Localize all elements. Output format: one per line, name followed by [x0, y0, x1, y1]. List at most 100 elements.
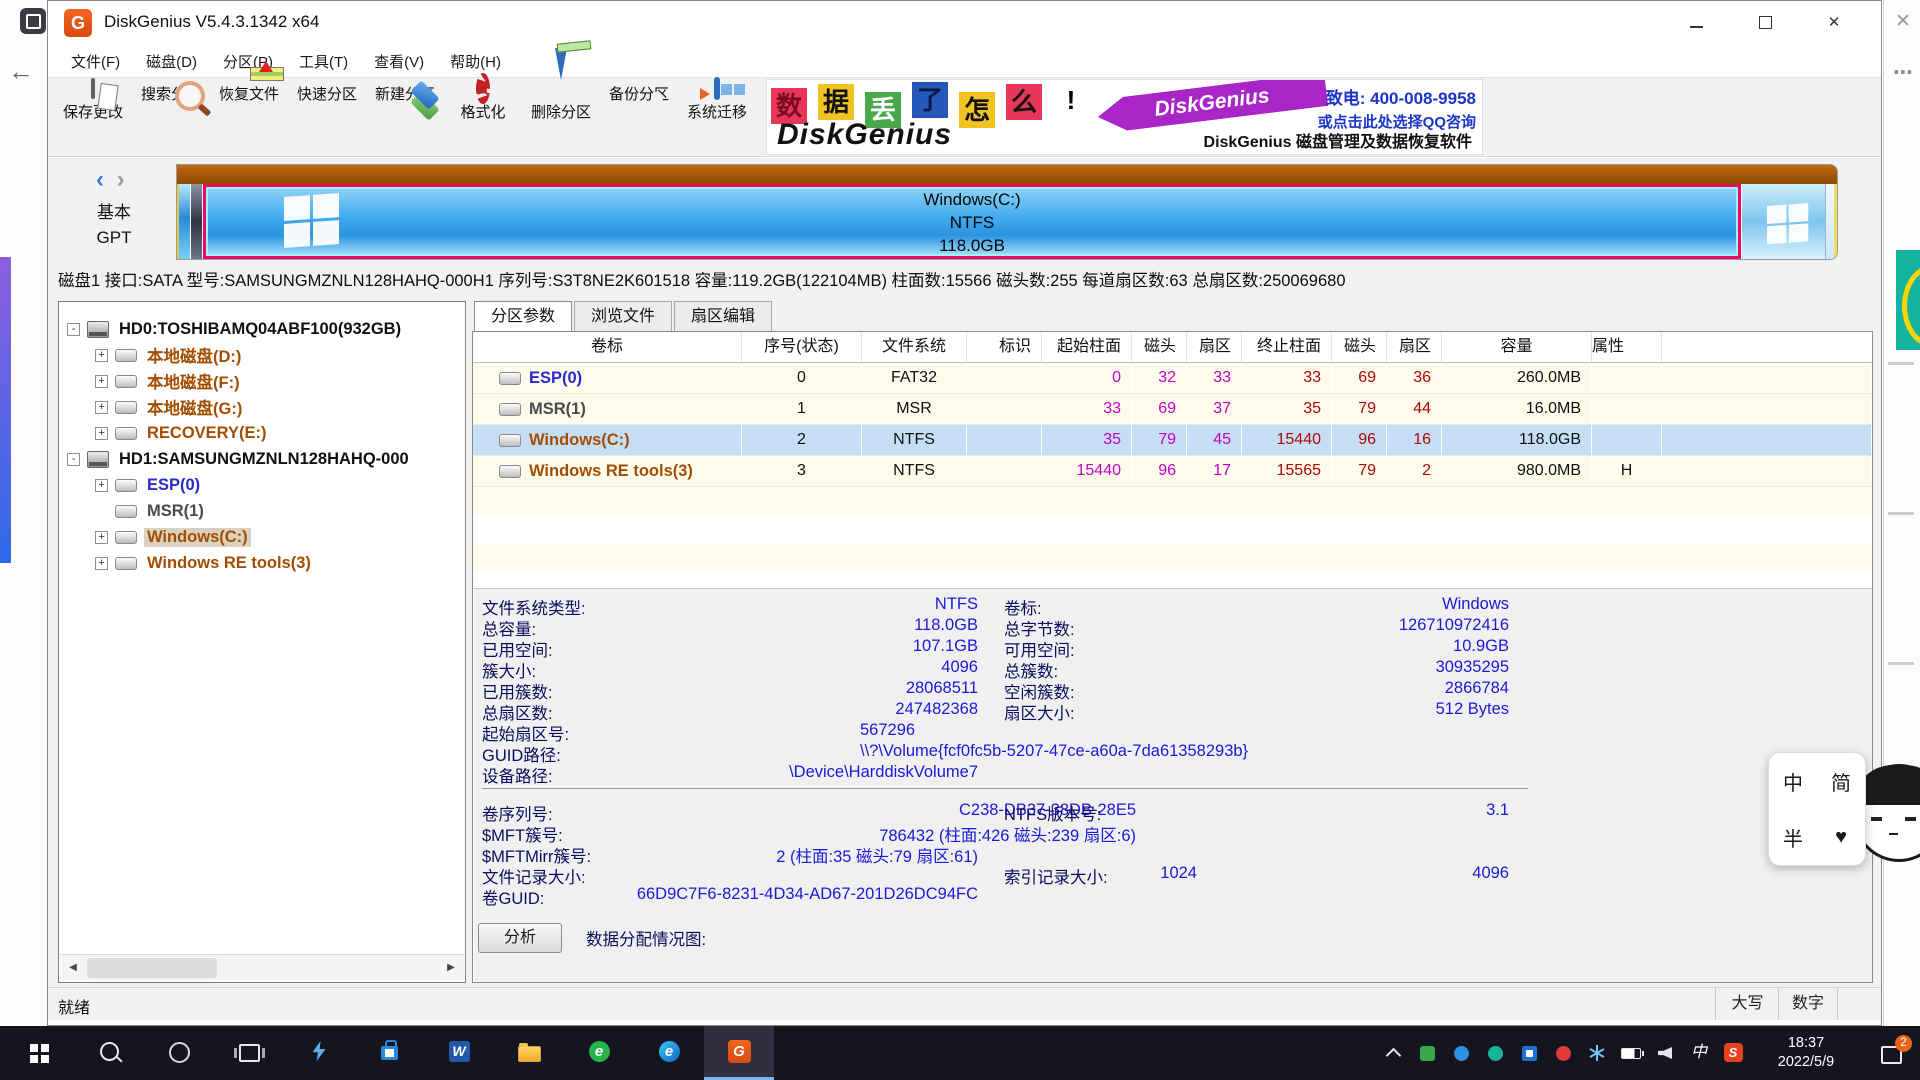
- taskbar-app-button[interactable]: [144, 1026, 214, 1080]
- tree-item[interactable]: ESP(0): [59, 472, 465, 498]
- menu-item[interactable]: 工具(T): [286, 51, 361, 72]
- background-more-icon[interactable]: ⋯: [1893, 60, 1913, 85]
- tree-item[interactable]: RECOVERY(E:): [59, 420, 465, 446]
- scrollbar-thumb[interactable]: [87, 958, 217, 978]
- minimize-button[interactable]: [1667, 1, 1725, 45]
- menu-item[interactable]: 帮助(H): [437, 51, 514, 72]
- taskbar-app-button[interactable]: [704, 1026, 774, 1080]
- taskbar-clock[interactable]: 18:37 2022/5/9: [1750, 1026, 1862, 1080]
- tree-item[interactable]: Windows RE tools(3): [59, 550, 465, 576]
- table-header-cell[interactable]: 终止柱面: [1242, 332, 1332, 362]
- menu-item[interactable]: 文件(F): [58, 51, 133, 72]
- taskbar-app-button[interactable]: [494, 1026, 564, 1080]
- expander-icon[interactable]: [95, 349, 108, 362]
- close-button[interactable]: [1805, 1, 1863, 45]
- expander-icon[interactable]: [95, 401, 108, 414]
- ime-simplified[interactable]: 简: [1817, 753, 1865, 809]
- tree-item[interactable]: HD1:SAMSUNGMZNLN128HAHQ-000: [59, 446, 465, 472]
- partition-windows-c[interactable]: Windows(C:) NTFS 118.0GB: [203, 184, 1741, 259]
- table-row[interactable]: Windows RE tools(3) 3 NTFS 15440 96 17 1…: [473, 456, 1872, 487]
- toolbar-button[interactable]: 删除分区: [522, 80, 600, 154]
- tray-button[interactable]: 中: [1682, 1026, 1716, 1080]
- table-header-cell[interactable]: 磁头: [1132, 332, 1187, 362]
- ad-contact[interactable]: 致电: 400-008-9958 或点击此处选择QQ咨询: [1318, 84, 1476, 132]
- tree-item[interactable]: HD0:TOSHIBAMQ04ABF100(932GB): [59, 316, 465, 342]
- tab[interactable]: 分区参数: [474, 301, 572, 331]
- tray-button[interactable]: [1376, 1026, 1410, 1080]
- table-header-cell[interactable]: 序号(状态): [742, 332, 862, 362]
- toolbar-button[interactable]: 新建分区: [366, 80, 444, 154]
- table-header-cell[interactable]: 属性: [1592, 332, 1662, 362]
- toolbar-button[interactable]: 格式化: [444, 80, 522, 154]
- analyze-button[interactable]: 分析: [478, 923, 562, 953]
- taskbar-app-button[interactable]: [74, 1026, 144, 1080]
- maximize-button[interactable]: [1736, 1, 1794, 45]
- table-header-cell[interactable]: 卷标: [473, 332, 742, 362]
- toolbar-button[interactable]: 系统迁移: [678, 80, 756, 154]
- expander-icon[interactable]: [67, 453, 80, 466]
- prev-disk-arrow-icon[interactable]: ‹: [96, 166, 104, 193]
- tree-horizontal-scrollbar[interactable]: ◀ ▶: [60, 954, 464, 981]
- tray-button[interactable]: [1614, 1026, 1648, 1080]
- partition-esp-sliver[interactable]: [177, 184, 191, 259]
- expander-icon[interactable]: [67, 323, 80, 336]
- expander-icon[interactable]: [95, 531, 108, 544]
- tray-button[interactable]: [1478, 1026, 1512, 1080]
- ime-halfwidth[interactable]: 半: [1769, 809, 1817, 865]
- scroll-right-arrow-icon[interactable]: ▶: [438, 955, 464, 981]
- disk-header-strip[interactable]: [177, 165, 1837, 184]
- ime-emoji[interactable]: ♥: [1817, 809, 1865, 865]
- next-disk-arrow-icon[interactable]: ›: [117, 166, 125, 193]
- table-header-cell[interactable]: 容量: [1442, 332, 1592, 362]
- tree-item[interactable]: 本地磁盘(F:): [59, 368, 465, 394]
- toolbar-button[interactable]: 搜索分区: [132, 80, 210, 154]
- tab[interactable]: 扇区编辑: [674, 301, 772, 331]
- ad-banner[interactable]: 数据丢了怎么! DiskGenius DiskGenius 致电: 400-00…: [766, 79, 1483, 155]
- scroll-left-arrow-icon[interactable]: ◀: [60, 955, 86, 981]
- ime-status-panel[interactable]: 中 简 半 ♥: [1768, 752, 1866, 866]
- tab[interactable]: 浏览文件: [574, 301, 672, 331]
- tray-button[interactable]: [1410, 1026, 1444, 1080]
- back-arrow-icon[interactable]: ←: [8, 56, 34, 87]
- taskbar-app-button[interactable]: [4, 1026, 74, 1080]
- taskbar-app-button[interactable]: [214, 1026, 284, 1080]
- toolbar-button[interactable]: 恢复文件: [210, 80, 288, 154]
- tray-button[interactable]: [1512, 1026, 1546, 1080]
- tray-button[interactable]: [1580, 1026, 1614, 1080]
- tree-item[interactable]: MSR(1): [59, 498, 465, 524]
- tray-button[interactable]: [1648, 1026, 1682, 1080]
- table-header-cell[interactable]: 扇区: [1187, 332, 1242, 362]
- partition-msr-sliver[interactable]: [191, 184, 203, 259]
- ime-lang[interactable]: 中: [1769, 753, 1817, 809]
- table-row[interactable]: ESP(0) 0 FAT32 0 32 33 33 69 36: [473, 363, 1872, 394]
- partition-re-tools[interactable]: [1741, 184, 1825, 259]
- table-header-cell[interactable]: 磁头: [1332, 332, 1387, 362]
- tray-button[interactable]: [1444, 1026, 1478, 1080]
- tray-button[interactable]: [1546, 1026, 1580, 1080]
- expander-icon[interactable]: [95, 479, 108, 492]
- expander-icon[interactable]: [95, 427, 108, 440]
- tray-button[interactable]: S: [1716, 1026, 1750, 1080]
- menu-item[interactable]: 查看(V): [361, 51, 437, 72]
- notification-button[interactable]: 2: [1862, 1026, 1920, 1080]
- titlebar[interactable]: G DiskGenius V5.4.3.1342 x64: [48, 1, 1881, 45]
- expander-icon[interactable]: [95, 557, 108, 570]
- menu-item[interactable]: 磁盘(D): [133, 51, 210, 72]
- background-app-tab-icon[interactable]: [20, 8, 46, 34]
- taskbar-app-button[interactable]: [424, 1026, 494, 1080]
- taskbar-app-button[interactable]: [284, 1026, 354, 1080]
- tree-item[interactable]: 本地磁盘(G:): [59, 394, 465, 420]
- tree-item[interactable]: 本地磁盘(D:): [59, 342, 465, 368]
- table-header-cell[interactable]: 标识: [967, 332, 1042, 362]
- taskbar-app-button[interactable]: [564, 1026, 634, 1080]
- toolbar-button[interactable]: 快速分区: [288, 80, 366, 154]
- table-header-cell[interactable]: 扇区: [1387, 332, 1442, 362]
- toolbar-button[interactable]: 备份分区: [600, 80, 678, 154]
- expander-icon[interactable]: [95, 375, 108, 388]
- taskbar-app-button[interactable]: [634, 1026, 704, 1080]
- table-row[interactable]: MSR(1) 1 MSR 33 69 37 35 79 44: [473, 394, 1872, 425]
- toolbar-button[interactable]: 保存更改: [54, 80, 132, 154]
- taskbar-app-button[interactable]: [354, 1026, 424, 1080]
- background-close-icon[interactable]: ✕: [1895, 10, 1911, 33]
- tree-item[interactable]: Windows(C:): [59, 524, 465, 550]
